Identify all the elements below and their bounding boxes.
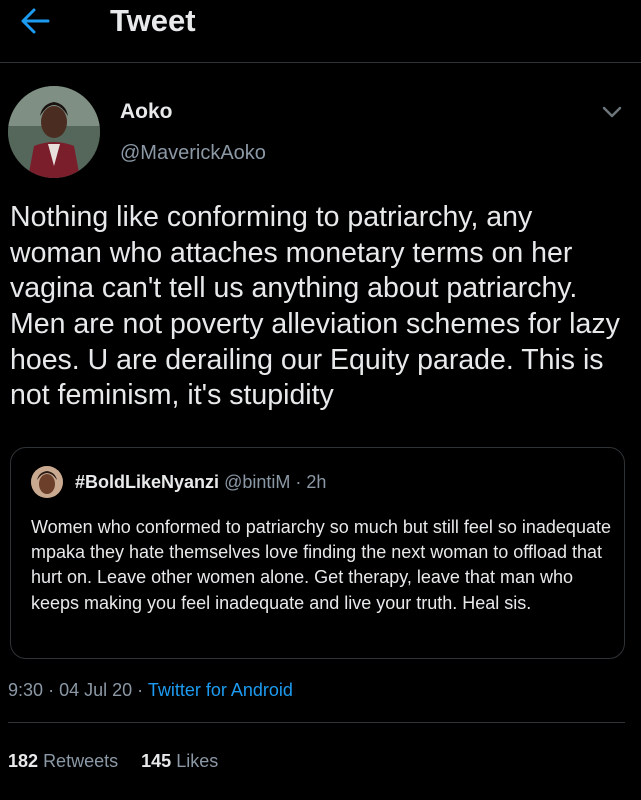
quoted-author-avatar[interactable] xyxy=(31,466,63,498)
divider xyxy=(8,722,625,723)
author-name[interactable]: Aoko xyxy=(120,100,173,124)
retweets-count: 182 xyxy=(8,751,39,771)
tweet-stats: 182 Retweets 145 Likes xyxy=(8,751,236,772)
quoted-header: #BoldLikeNyanzi @bintiM · 2h xyxy=(75,472,326,493)
tweet-meta: 9:30 · 04 Jul 20 · Twitter for Android xyxy=(8,680,293,701)
top-bar: Tweet xyxy=(0,0,641,63)
quoted-text: Women who conformed to patriarchy so muc… xyxy=(31,517,611,613)
author-avatar[interactable] xyxy=(8,86,100,178)
quoted-tweet[interactable]: #BoldLikeNyanzi @bintiM · 2h Women who c… xyxy=(10,447,625,659)
tweet-source-link[interactable]: Twitter for Android xyxy=(148,680,293,700)
tweet-date: 04 Jul 20 xyxy=(59,680,133,700)
back-arrow-icon[interactable] xyxy=(18,6,52,36)
author-handle[interactable]: @MaverickAoko xyxy=(120,142,266,165)
retweets-label: Retweets xyxy=(43,751,119,771)
likes-label: Likes xyxy=(176,751,219,771)
retweets-stat[interactable]: 182 Retweets xyxy=(8,751,118,772)
likes-stat[interactable]: 145 Likes xyxy=(141,751,218,772)
separator: · xyxy=(48,680,55,700)
quoted-author-handle[interactable]: @bintiM xyxy=(224,472,290,492)
separator: · xyxy=(295,472,302,492)
likes-count: 145 xyxy=(141,751,172,771)
tweet-text: Nothing like conforming to patriarchy, a… xyxy=(10,201,620,412)
separator: · xyxy=(137,680,144,700)
quoted-timestamp: 2h xyxy=(306,472,327,492)
page-title: Tweet xyxy=(110,3,196,38)
quoted-author-name[interactable]: #BoldLikeNyanzi xyxy=(75,472,219,492)
tweet-time: 9:30 xyxy=(8,680,44,700)
chevron-down-icon[interactable] xyxy=(600,102,624,122)
